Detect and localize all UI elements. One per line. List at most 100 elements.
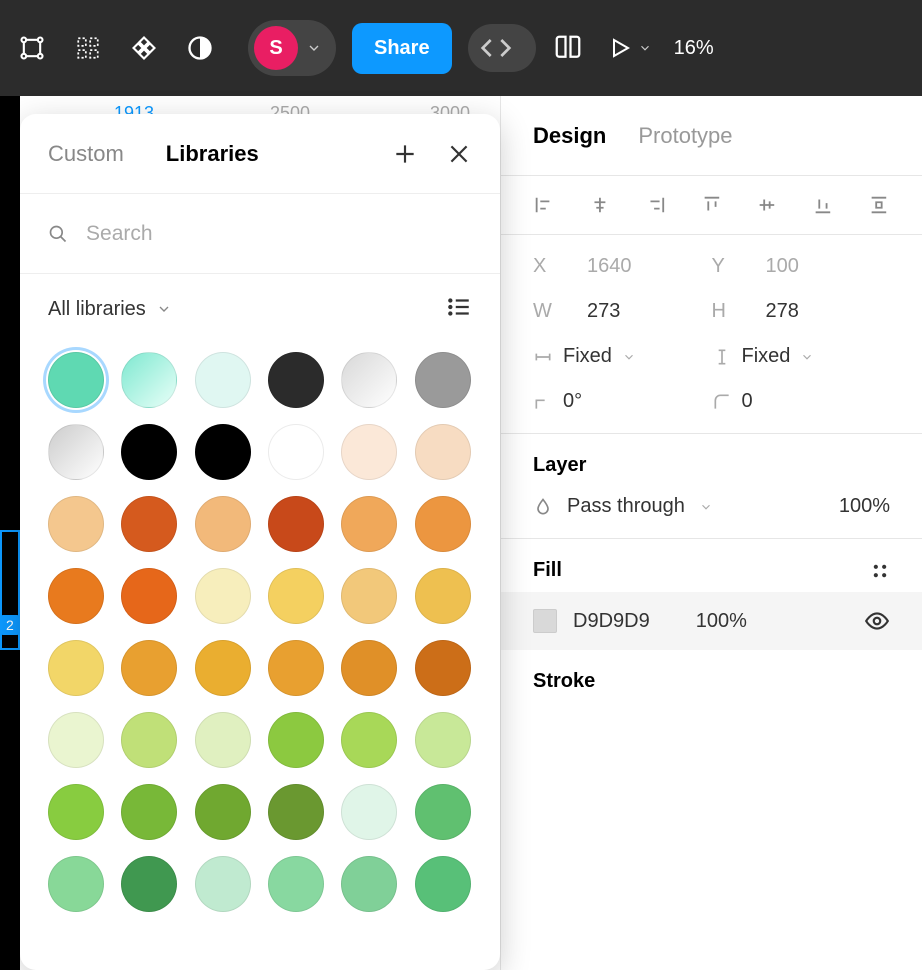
color-swatch[interactable] — [121, 424, 177, 480]
align-left-icon[interactable] — [533, 194, 555, 216]
panel-search — [20, 194, 500, 274]
h-value[interactable]: 278 — [766, 300, 799, 323]
color-swatch[interactable] — [48, 568, 104, 624]
color-swatch[interactable] — [268, 712, 324, 768]
search-input[interactable] — [86, 222, 472, 246]
align-row — [501, 176, 922, 235]
color-swatch[interactable] — [341, 784, 397, 840]
color-swatch[interactable] — [341, 568, 397, 624]
color-swatch[interactable] — [48, 496, 104, 552]
close-icon[interactable] — [446, 141, 472, 167]
color-swatch[interactable] — [195, 784, 251, 840]
share-button[interactable]: Share — [352, 23, 452, 74]
color-swatch[interactable] — [415, 712, 471, 768]
frame-tool-icon[interactable] — [8, 24, 56, 72]
distribute-icon[interactable] — [868, 194, 890, 216]
align-bottom-icon[interactable] — [812, 194, 834, 216]
color-swatch[interactable] — [415, 352, 471, 408]
color-swatch[interactable] — [48, 352, 104, 408]
color-swatch[interactable] — [268, 352, 324, 408]
align-top-icon[interactable] — [701, 194, 723, 216]
color-swatch[interactable] — [195, 496, 251, 552]
align-hcenter-icon[interactable] — [589, 194, 611, 216]
library-filter-label: All libraries — [48, 298, 146, 321]
color-swatch[interactable] — [121, 568, 177, 624]
library-filter-dropdown[interactable]: All libraries — [48, 298, 172, 321]
present-button[interactable] — [600, 24, 660, 72]
color-swatch[interactable] — [48, 784, 104, 840]
component-tool-icon[interactable] — [120, 24, 168, 72]
color-swatch[interactable] — [415, 496, 471, 552]
color-swatch[interactable] — [415, 784, 471, 840]
color-swatch[interactable] — [121, 856, 177, 912]
tab-design[interactable]: Design — [533, 123, 606, 149]
layer-opacity[interactable]: 100% — [839, 495, 890, 518]
color-swatch[interactable] — [195, 712, 251, 768]
color-swatch[interactable] — [121, 352, 177, 408]
color-swatch[interactable] — [268, 424, 324, 480]
color-swatch[interactable] — [48, 424, 104, 480]
color-swatch[interactable] — [341, 640, 397, 696]
fill-row[interactable]: D9D9D9 100% — [501, 592, 922, 650]
color-swatch[interactable] — [48, 712, 104, 768]
color-swatch[interactable] — [415, 424, 471, 480]
panel-tabs: Custom Libraries — [20, 114, 500, 194]
chevron-down-icon — [699, 500, 713, 514]
tab-prototype[interactable]: Prototype — [638, 123, 732, 149]
color-swatch[interactable] — [195, 640, 251, 696]
chevron-down-icon — [800, 350, 814, 364]
color-swatch[interactable] — [268, 784, 324, 840]
w-value[interactable]: 273 — [587, 300, 620, 323]
tab-custom[interactable]: Custom — [48, 141, 124, 167]
dev-mode-toggle[interactable] — [468, 24, 536, 72]
color-swatch[interactable] — [121, 712, 177, 768]
fill-opacity[interactable]: 100% — [696, 610, 747, 633]
sizing-h[interactable]: Fixed — [742, 345, 791, 368]
color-swatch[interactable] — [341, 712, 397, 768]
x-value[interactable]: 1640 — [587, 255, 632, 278]
chevron-down-icon — [306, 40, 322, 56]
rotation-icon — [533, 392, 553, 412]
color-swatch[interactable] — [268, 856, 324, 912]
color-swatch[interactable] — [415, 568, 471, 624]
align-right-icon[interactable] — [645, 194, 667, 216]
y-value[interactable]: 100 — [766, 255, 799, 278]
color-swatch[interactable] — [415, 856, 471, 912]
visibility-icon[interactable] — [864, 608, 890, 634]
color-swatch[interactable] — [121, 640, 177, 696]
color-swatch[interactable] — [341, 352, 397, 408]
blend-mode[interactable]: Pass through — [567, 495, 685, 518]
color-swatch[interactable] — [268, 568, 324, 624]
color-swatch[interactable] — [415, 640, 471, 696]
color-swatch[interactable] — [341, 856, 397, 912]
tab-libraries[interactable]: Libraries — [166, 141, 259, 167]
view-mode-toggle[interactable] — [446, 294, 472, 325]
fill-color-swatch[interactable] — [533, 609, 557, 633]
chevron-down-icon — [156, 301, 172, 317]
color-swatch[interactable] — [48, 856, 104, 912]
align-vcenter-icon[interactable] — [756, 194, 778, 216]
grid-tool-icon[interactable] — [64, 24, 112, 72]
color-swatch[interactable] — [195, 568, 251, 624]
color-swatch[interactable] — [121, 784, 177, 840]
color-swatch[interactable] — [195, 352, 251, 408]
mask-tool-icon[interactable] — [176, 24, 224, 72]
color-swatch[interactable] — [341, 496, 397, 552]
add-icon[interactable] — [392, 141, 418, 167]
color-swatch[interactable] — [121, 496, 177, 552]
fill-section: Fill D9D9D9 100% — [501, 539, 922, 650]
color-swatch[interactable] — [268, 496, 324, 552]
styles-icon[interactable] — [870, 561, 890, 581]
rotation-value[interactable]: 0° — [563, 390, 582, 413]
docs-icon[interactable] — [544, 24, 592, 72]
zoom-level[interactable]: 16% — [674, 37, 714, 60]
color-swatch[interactable] — [195, 856, 251, 912]
color-swatch[interactable] — [195, 424, 251, 480]
color-swatch[interactable] — [48, 640, 104, 696]
radius-value[interactable]: 0 — [742, 390, 753, 413]
avatar-group[interactable]: S — [248, 20, 336, 76]
sizing-w[interactable]: Fixed — [563, 345, 612, 368]
fill-hex[interactable]: D9D9D9 — [573, 610, 650, 633]
color-swatch[interactable] — [268, 640, 324, 696]
color-swatch[interactable] — [341, 424, 397, 480]
